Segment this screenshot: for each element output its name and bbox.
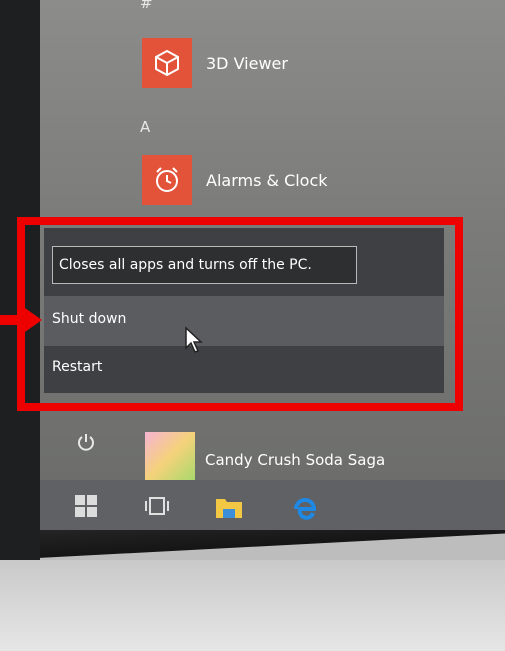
file-explorer-icon[interactable]	[215, 495, 243, 519]
section-header-a: A	[140, 118, 151, 136]
app-3d-viewer[interactable]: 3D Viewer	[142, 38, 288, 88]
windows-start-icon[interactable]	[75, 495, 97, 517]
red-arrow-icon	[0, 306, 42, 334]
app-label-3d-viewer: 3D Viewer	[206, 53, 288, 73]
app-label-alarms-clock: Alarms & Clock	[206, 170, 328, 190]
cube-icon	[142, 38, 192, 88]
candy-crush-icon[interactable]	[145, 432, 195, 482]
task-view-icon[interactable]	[145, 495, 169, 517]
desk-surface	[0, 560, 505, 651]
section-header-hash: #	[140, 0, 153, 12]
power-icon[interactable]	[76, 432, 96, 452]
taskbar	[40, 480, 505, 530]
highlight-frame	[17, 217, 463, 411]
app-label-candy-crush[interactable]: Candy Crush Soda Saga	[205, 451, 385, 469]
app-alarms-clock[interactable]: Alarms & Clock	[142, 155, 328, 205]
alarm-clock-icon	[142, 155, 192, 205]
edge-icon[interactable]	[292, 495, 318, 521]
